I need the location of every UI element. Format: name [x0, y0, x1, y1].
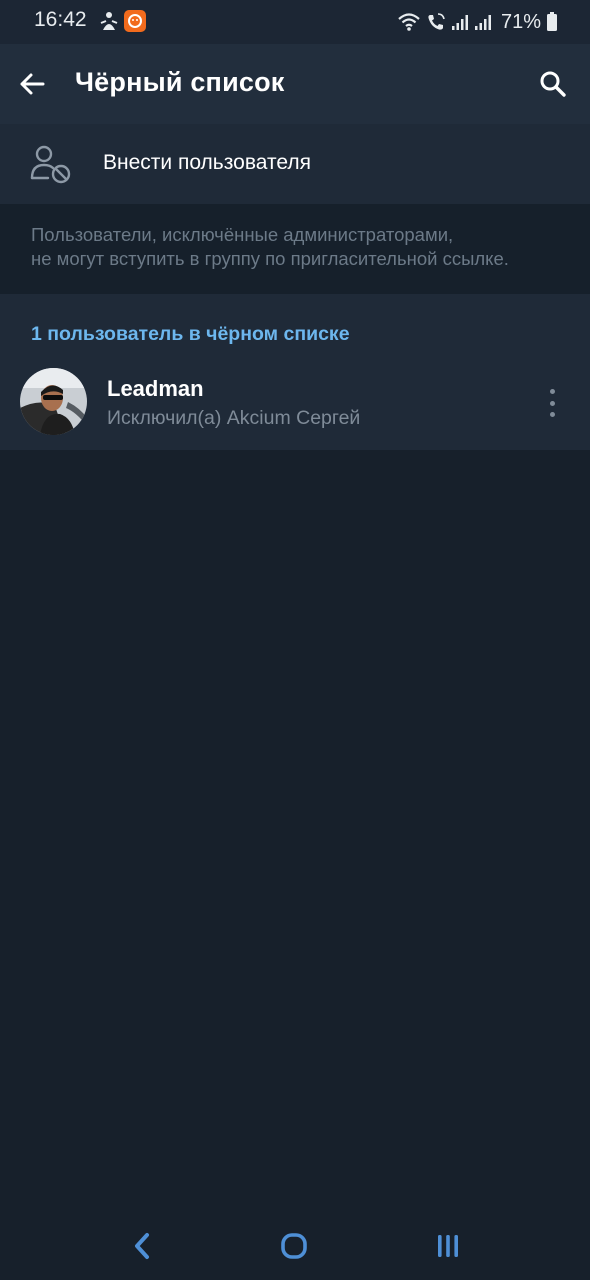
user-block-icon: [30, 145, 71, 184]
wifi-call-icon: [428, 13, 445, 30]
arrow-left-icon: [20, 73, 45, 95]
info-section: Пользователи, исключённые администратора…: [0, 204, 590, 294]
blocked-list: 1 пользователь в чёрном списке Leadman И…: [0, 294, 590, 450]
wifi-icon: [398, 13, 420, 31]
avatar: [20, 368, 87, 435]
info-text: Пользователи, исключённые администратора…: [31, 223, 571, 271]
back-nav-icon: [135, 1233, 149, 1259]
user-subtitle: Исключил(а) Akcium Сергей: [107, 407, 361, 429]
add-user-button[interactable]: Внести пользователя: [0, 124, 590, 204]
user-name: Leadman: [107, 376, 204, 401]
more-vertical-icon[interactable]: [540, 386, 564, 420]
notification-icon: [100, 12, 118, 30]
recents-nav-button[interactable]: [426, 1224, 470, 1268]
dot: [549, 400, 555, 406]
screen: 16:42 71% Чёрный список Внести пользоват…: [0, 0, 590, 1280]
signal-icon: [474, 15, 491, 30]
list-item[interactable]: Leadman Исключил(а) Akcium Сергей: [0, 364, 590, 444]
app-notification-icon: [124, 10, 146, 32]
app-bar: Чёрный список: [0, 44, 590, 124]
status-time: 16:42: [34, 8, 87, 31]
battery-icon: [547, 12, 557, 31]
status-indicators: 71%: [397, 8, 558, 36]
home-nav-button[interactable]: [272, 1224, 316, 1268]
battery-percent: 71%: [500, 10, 541, 33]
search-icon: [540, 71, 566, 97]
info-line-2: не могут вступить в группу по пригласите…: [31, 248, 509, 269]
home-nav-icon: [281, 1233, 307, 1259]
status-bar: 16:42 71%: [0, 0, 590, 44]
dot: [549, 389, 555, 394]
search-button[interactable]: [534, 65, 572, 103]
signal-icon: [451, 15, 468, 30]
dot: [549, 412, 555, 417]
page-title: Чёрный список: [75, 67, 285, 97]
info-line-1: Пользователи, исключённые администратора…: [31, 224, 454, 245]
back-button[interactable]: [14, 66, 50, 102]
list-header: 1 пользователь в чёрном списке: [31, 323, 350, 345]
back-nav-button[interactable]: [120, 1224, 164, 1268]
recents-nav-icon: [438, 1235, 458, 1257]
nav-bar: [0, 1210, 590, 1280]
add-user-label: Внести пользователя: [103, 151, 311, 174]
